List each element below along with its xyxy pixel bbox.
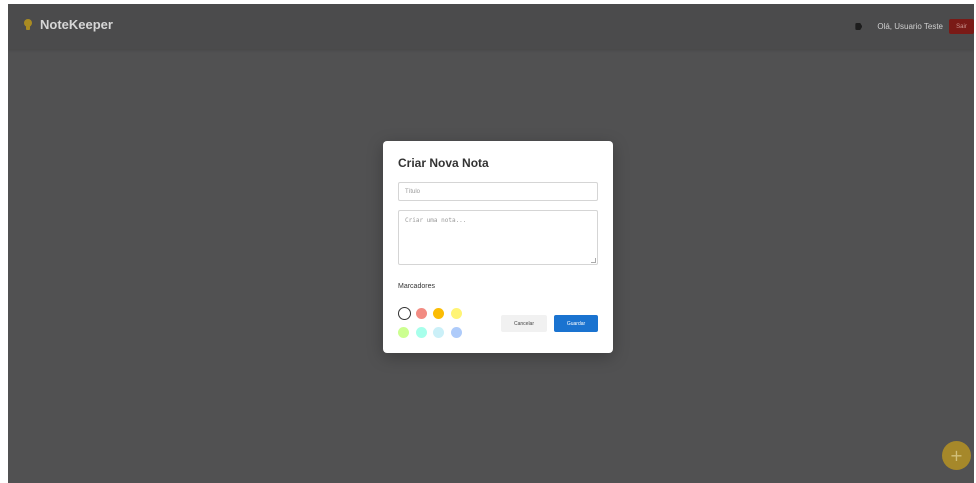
save-button[interactable]: Guardar [554,315,598,332]
logout-button[interactable]: Sair [949,19,974,34]
color-swatch[interactable] [416,308,427,319]
color-swatch[interactable] [433,327,444,338]
color-swatch[interactable] [433,308,444,319]
top-navbar: NoteKeeper Olá, Usuario Teste Sair [8,4,974,49]
note-content-placeholder: Criar uma nota... [405,217,467,224]
color-swatch[interactable] [451,327,462,338]
markers-label: Marcadores [398,283,435,290]
modal-title: Criar Nova Nota [398,156,489,170]
add-note-button[interactable]: + [942,441,971,470]
tag-icon[interactable] [855,23,864,30]
color-swatch[interactable] [451,308,462,319]
app-viewport: NoteKeeper Olá, Usuario Teste Sair Criar… [8,4,974,483]
color-swatch[interactable] [416,327,427,338]
color-swatch-default[interactable] [398,307,411,320]
brand[interactable]: NoteKeeper [24,17,113,32]
resize-handle-icon[interactable] [591,258,596,263]
color-swatch[interactable] [398,327,409,338]
plus-icon: + [949,446,964,465]
lightbulb-icon [24,18,32,31]
brand-title: NoteKeeper [40,17,113,32]
user-area: Olá, Usuario Teste Sair [855,19,974,34]
create-note-modal: Criar Nova Nota Título Criar uma nota...… [383,141,613,353]
user-greeting: Olá, Usuario Teste [877,22,943,31]
cancel-button[interactable]: Cancelar [501,315,547,332]
note-content-textarea[interactable]: Criar uma nota... [398,210,598,265]
note-title-input[interactable]: Título [398,182,598,201]
